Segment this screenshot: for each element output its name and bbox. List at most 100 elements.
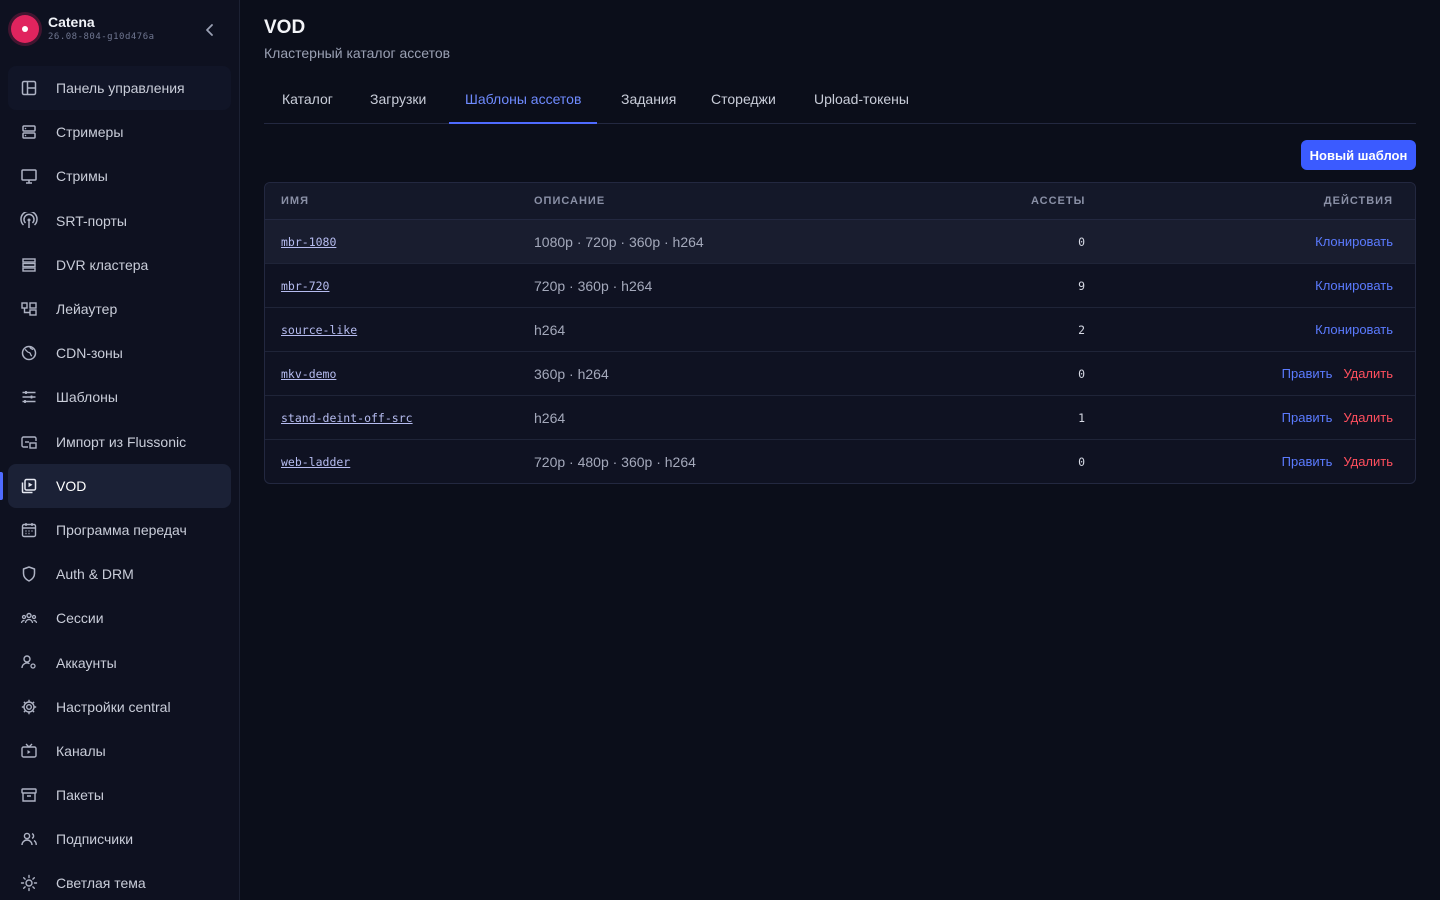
- clone-button[interactable]: Клонировать: [1315, 322, 1393, 337]
- template-description: h264: [534, 410, 566, 426]
- sidebar-item-label: Светлая тема: [56, 875, 146, 892]
- template-description: 360p · h264: [534, 366, 609, 382]
- tab-storages[interactable]: Стореджи: [711, 76, 776, 123]
- archive-icon: [20, 786, 38, 804]
- table-row: mkv-demo 360p · h264 0 Править Удалить: [265, 352, 1415, 396]
- vod-icon: [20, 477, 38, 495]
- asset-count: 2: [1078, 323, 1085, 337]
- user-gear-icon: [20, 653, 38, 671]
- sidebar-item-streams[interactable]: Стримы: [8, 154, 231, 198]
- stack-icon: [20, 256, 38, 274]
- edit-button[interactable]: Править: [1282, 454, 1333, 469]
- sidebar-item-label: Шаблоны: [56, 389, 118, 406]
- sidebar-item-label: Сессии: [56, 610, 104, 627]
- table-row: stand-deint-off-src h264 1 Править Удали…: [265, 396, 1415, 440]
- template-name-link[interactable]: mbr-1080: [281, 235, 336, 249]
- sidebar: Catena 26.08-804-g10d476a Панель управле…: [0, 0, 240, 900]
- delete-button[interactable]: Удалить: [1343, 454, 1393, 469]
- tab-jobs[interactable]: Задания: [621, 76, 676, 123]
- asset-count: 0: [1078, 367, 1085, 381]
- sidebar-item-layouter[interactable]: Лейаутер: [8, 287, 231, 331]
- template-name-link[interactable]: source-like: [281, 323, 357, 337]
- sidebar-item-cdn-zones[interactable]: CDN-зоны: [8, 331, 231, 375]
- sidebar-item-label: Каналы: [56, 742, 106, 759]
- column-header-actions: ДЕЙСТВИЯ: [1323, 195, 1393, 207]
- sidebar-item-sessions[interactable]: Сессии: [8, 596, 231, 640]
- sun-icon: [20, 874, 38, 892]
- table-row: source-like h264 2 Клонировать: [265, 308, 1415, 352]
- antenna-icon: [20, 211, 38, 230]
- shield-icon: [20, 565, 38, 583]
- tab-asset-templates[interactable]: Шаблоны ассетов: [448, 76, 598, 124]
- page-subtitle: Кластерный каталог ассетов: [264, 45, 451, 61]
- delete-button[interactable]: Удалить: [1343, 366, 1393, 381]
- sidebar-item-label: DVR кластера: [56, 256, 149, 273]
- layout-icon: [20, 300, 38, 318]
- chevron-left-icon: [206, 24, 213, 36]
- sidebar-item-label: Панель управления: [56, 80, 185, 97]
- catena-logo-icon: [11, 15, 39, 43]
- clone-button[interactable]: Клонировать: [1315, 278, 1393, 293]
- sidebar-item-srt-ports[interactable]: SRT-порты: [8, 199, 231, 243]
- sidebar-item-subscribers[interactable]: Подписчики: [8, 817, 231, 861]
- sidebar-item-label: VOD: [56, 477, 87, 494]
- column-header-description: ОПИСАНИЕ: [534, 195, 606, 207]
- tab-uploads[interactable]: Загрузки: [370, 76, 426, 123]
- templates-table: ИМЯ ОПИСАНИЕ АССЕТЫ ДЕЙСТВИЯ mbr-1080 10…: [264, 182, 1416, 484]
- globe-icon: [20, 344, 38, 362]
- template-name-link[interactable]: mbr-720: [281, 279, 329, 293]
- sidebar-item-templates[interactable]: Шаблоны: [8, 375, 231, 419]
- calendar-icon: [20, 521, 38, 539]
- sidebar-item-label: Пакеты: [56, 787, 104, 804]
- sidebar-item-central-settings[interactable]: Настройки central: [8, 685, 231, 729]
- sidebar-item-channels[interactable]: Каналы: [8, 729, 231, 773]
- tab-bar: Каталог Загрузки Шаблоны ассетов Задания…: [264, 76, 1416, 124]
- tab-catalog[interactable]: Каталог: [282, 76, 333, 123]
- column-header-assets: АССЕТЫ: [1031, 195, 1086, 207]
- sidebar-item-label: SRT-порты: [56, 212, 127, 229]
- sidebar-item-dashboard[interactable]: Панель управления: [8, 66, 231, 111]
- dashboard-icon: [20, 79, 38, 97]
- template-description: h264: [534, 322, 566, 338]
- asset-count: 1: [1078, 411, 1085, 425]
- sidebar-item-vod[interactable]: VOD: [0, 463, 231, 508]
- sliders-icon: [20, 388, 38, 406]
- template-name-link[interactable]: web-ladder: [281, 455, 350, 469]
- edit-button[interactable]: Править: [1282, 366, 1333, 381]
- sidebar-item-label: Стримеры: [56, 124, 124, 141]
- edit-button[interactable]: Править: [1282, 410, 1333, 425]
- sidebar-item-label: Подписчики: [56, 831, 134, 848]
- users-group-icon: [20, 609, 38, 627]
- template-name-link[interactable]: mkv-demo: [281, 367, 336, 381]
- brand-version: 26.08-804-g10d476a: [48, 32, 155, 42]
- server-icon: [20, 123, 38, 141]
- sidebar-item-light-theme[interactable]: Светлая тема: [8, 861, 231, 900]
- sidebar-item-label: Аккаунты: [56, 654, 117, 671]
- asset-count: 9: [1078, 279, 1085, 293]
- sidebar-item-label: Стримы: [56, 168, 108, 185]
- sidebar-item-label: Импорт из Flussonic: [56, 433, 187, 450]
- table-row: mbr-720 720p · 360p · h264 9 Клонировать: [265, 264, 1415, 308]
- new-template-button[interactable]: Новый шаблон: [1301, 140, 1416, 170]
- sidebar-item-auth-drm[interactable]: Auth & DRM: [8, 552, 231, 596]
- sidebar-item-streamers[interactable]: Стримеры: [8, 110, 231, 154]
- template-name-link[interactable]: stand-deint-off-src: [281, 411, 413, 425]
- clone-button[interactable]: Клонировать: [1315, 234, 1393, 249]
- tab-upload-tokens[interactable]: Upload-токены: [814, 76, 909, 123]
- column-header-name: ИМЯ: [281, 195, 309, 207]
- table-header: ИМЯ ОПИСАНИЕ АССЕТЫ ДЕЙСТВИЯ: [265, 183, 1415, 220]
- sidebar-item-flussonic-import[interactable]: Импорт из Flussonic: [8, 420, 231, 464]
- template-description: 720p · 360p · h264: [534, 278, 653, 294]
- delete-button[interactable]: Удалить: [1343, 410, 1393, 425]
- collapse-sidebar-button[interactable]: [196, 16, 224, 44]
- sidebar-item-epg[interactable]: Программа передач: [8, 508, 231, 552]
- sidebar-item-cluster-dvr[interactable]: DVR кластера: [8, 243, 231, 287]
- sidebar-item-packages[interactable]: Пакеты: [8, 773, 231, 817]
- template-description: 720p · 480p · 360p · h264: [534, 454, 696, 470]
- template-description: 1080p · 720p · 360p · h264: [534, 234, 704, 250]
- monitor-icon: [20, 167, 38, 185]
- sidebar-item-accounts[interactable]: Аккаунты: [8, 640, 231, 684]
- sidebar-nav: Панель управления Стримеры Стримы SRT-по…: [0, 66, 231, 900]
- table-row: mbr-1080 1080p · 720p · 360p · h264 0 Кл…: [265, 220, 1415, 264]
- import-icon: [20, 433, 38, 451]
